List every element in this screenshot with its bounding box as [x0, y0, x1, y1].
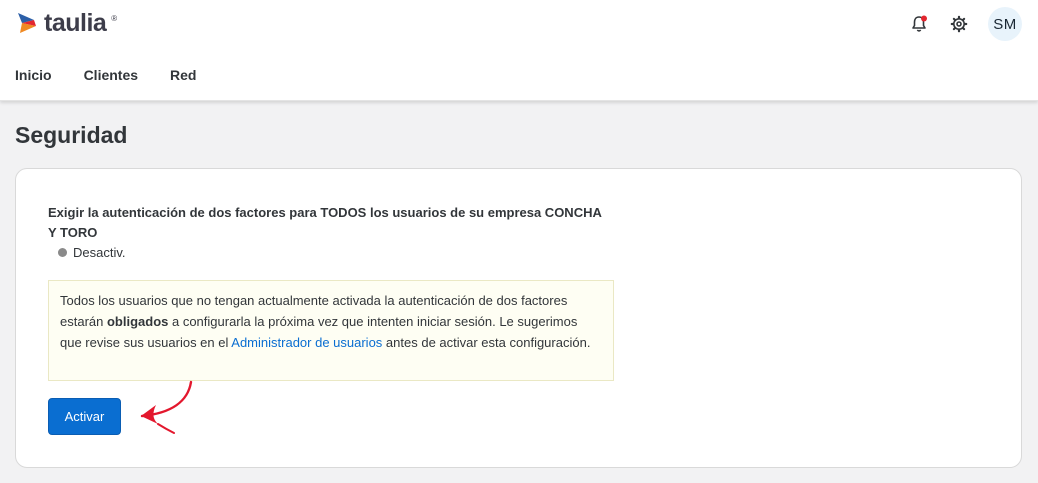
status-label: Desactiv. [73, 245, 126, 260]
annotation-arrow-icon [140, 380, 193, 434]
header-actions: SM [908, 7, 1022, 41]
notifications-button[interactable] [908, 13, 930, 35]
nav-item-red[interactable]: Red [170, 66, 196, 84]
notice-bold-text: obligados [106, 314, 169, 329]
status-indicator: Desactiv. [58, 245, 126, 260]
logo-registered-mark: ® [111, 14, 118, 23]
top-bar: taulia ® SM Inicio Clientes Red [0, 0, 1038, 101]
gear-icon [950, 15, 968, 33]
logo-text: taulia [44, 9, 107, 37]
two-factor-heading: Exigir la autenticación de dos factores … [48, 205, 602, 240]
status-dot-icon [58, 248, 67, 257]
two-factor-settings-card: Exigir la autenticación de dos factores … [15, 168, 1022, 468]
main-nav: Inicio Clientes Red [15, 66, 196, 84]
notice-text-3: antes de activar esta configuración. [382, 335, 591, 350]
page-title: Seguridad [15, 122, 128, 148]
bell-icon [912, 15, 927, 32]
nav-item-clientes[interactable]: Clientes [84, 66, 138, 84]
user-admin-link[interactable]: Administrador de usuarios [231, 335, 382, 350]
warning-notice: Todos los usuarios que no tengan actualm… [48, 280, 614, 381]
activate-button[interactable]: Activar [48, 398, 121, 435]
user-avatar[interactable]: SM [988, 7, 1022, 41]
nav-item-inicio[interactable]: Inicio [15, 66, 52, 84]
taulia-logo-icon [18, 13, 36, 33]
taulia-logo[interactable]: taulia ® [14, 8, 117, 38]
settings-button[interactable] [948, 13, 970, 35]
